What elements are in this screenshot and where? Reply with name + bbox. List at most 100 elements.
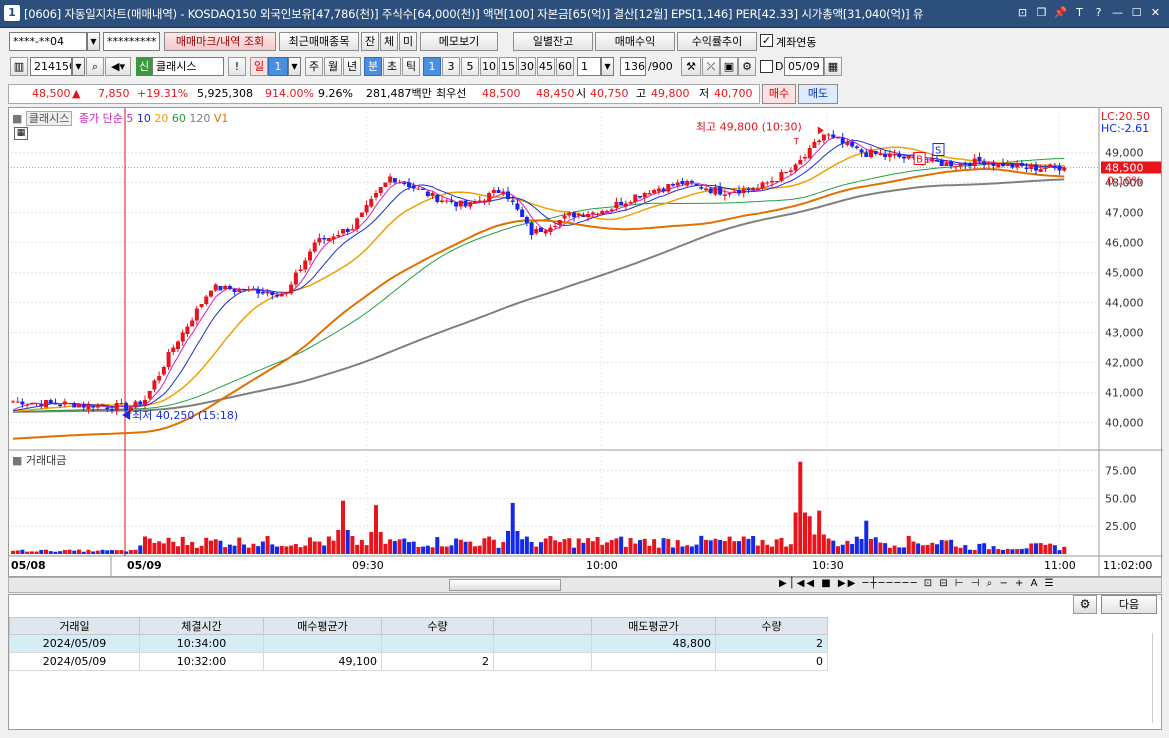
layout-icon[interactable]: ⊡ [1015, 5, 1030, 21]
table-icon[interactable]: ▦ [14, 127, 28, 140]
candle-body [991, 163, 996, 166]
chart-scrollbar[interactable]: ▶│◀◀ ■ ▶▶ ─┼───── ⊡ ⊟ ⊢ ⊣ ⌕ − + A ☰ [8, 577, 1162, 593]
col-trade-date[interactable]: 거래일 [9, 617, 140, 635]
interval-15-button[interactable]: 15 [499, 57, 517, 76]
price-tick-label: 43,000 [1105, 327, 1144, 340]
period-second-button[interactable]: 초 [383, 57, 401, 76]
interval-3-button[interactable]: 3 [442, 57, 460, 76]
candle-body [388, 176, 393, 183]
period-year-button[interactable]: 년 [343, 57, 361, 76]
next-button[interactable]: 다음 [1101, 595, 1157, 614]
buy-button[interactable]: 매수 [762, 84, 796, 104]
trade-amount: 281,487백만 [366, 87, 432, 100]
candle-body [180, 332, 185, 342]
balance-button[interactable]: 잔 [361, 32, 379, 51]
executed-button[interactable]: 체 [380, 32, 398, 51]
interval-input[interactable]: 1 [577, 57, 601, 76]
interval-1-button[interactable]: 1 [423, 57, 441, 76]
unfilled-button[interactable]: 미 [399, 32, 417, 51]
volume-bar [708, 540, 713, 554]
candle-body [251, 289, 256, 291]
cell-sell-qty: 0 [715, 652, 828, 671]
col-sell-avg[interactable]: 매도평균가 [591, 617, 716, 635]
scroll-thumb[interactable] [449, 579, 561, 591]
count-input[interactable]: 136 [620, 57, 646, 76]
period-number[interactable]: 1 [268, 57, 288, 76]
candle-body [953, 166, 958, 167]
candle-body [671, 184, 675, 186]
candle-body [152, 380, 157, 390]
period-day-button[interactable]: 일 [250, 57, 268, 76]
memo-button[interactable]: 메모보기 [420, 32, 498, 51]
vertical-scrollbar[interactable] [1152, 633, 1160, 723]
interval-45-button[interactable]: 45 [537, 57, 555, 76]
title-bar: 1 [0606] 자동일지차트(매매내역) - KOSDAQ150 외국인보유[… [0, 0, 1169, 28]
interval-dropdown-icon[interactable]: ▼ [601, 57, 614, 76]
period-month-button[interactable]: 월 [324, 57, 342, 76]
candle-body [397, 182, 402, 184]
mark-query-button[interactable]: 매매마크/내역 조회 [164, 32, 276, 51]
text-icon[interactable]: T [1072, 5, 1087, 21]
tools-icon[interactable]: ⚒ [681, 57, 701, 76]
profit-rate-button[interactable]: 수익률추이 [677, 32, 757, 51]
calendar-icon[interactable]: ▦ [824, 57, 842, 76]
candle-body [67, 403, 72, 404]
chart-type-icon[interactable]: ▥ [10, 57, 28, 76]
account-link-checkbox[interactable]: ✓ [760, 34, 773, 47]
interval-10-button[interactable]: 10 [480, 57, 498, 76]
close-icon[interactable]: ✕ [1148, 5, 1163, 21]
col-buy-qty[interactable]: 수량 [381, 617, 494, 635]
pin-icon[interactable]: 📌 [1053, 5, 1068, 21]
volume-bar [317, 541, 322, 554]
interval-60-button[interactable]: 60 [556, 57, 574, 76]
maximize-icon[interactable]: ☐ [1129, 5, 1144, 21]
warning-button[interactable]: ! [228, 57, 246, 76]
price-chart[interactable]: 49,00048,00047,00046,00045,00044,00043,0… [9, 108, 1163, 578]
sell-button[interactable]: 매도 [798, 84, 838, 104]
help-icon[interactable]: ? [1091, 5, 1106, 21]
date-checkbox[interactable] [760, 60, 773, 73]
interval-30-button[interactable]: 30 [518, 57, 536, 76]
interval-5-button[interactable]: 5 [461, 57, 479, 76]
stock-code-input[interactable]: 214150 [30, 57, 72, 76]
save-icon[interactable]: ▣ [720, 57, 738, 76]
period-tick-button[interactable]: 틱 [402, 57, 420, 76]
period-dropdown-icon[interactable]: ▼ [288, 57, 301, 76]
candle-body [463, 200, 468, 207]
draw-icon[interactable]: ⤫ [702, 57, 720, 76]
code-dropdown-icon[interactable]: ▼ [72, 57, 85, 76]
col-sell-qty[interactable]: 수량 [715, 617, 828, 635]
period-minute-button[interactable]: 분 [364, 57, 382, 76]
table-row[interactable]: 2024/05/09 10:32:00 49,100 2 0 [9, 652, 828, 671]
speaker-icon[interactable]: ◀▾ [105, 57, 131, 76]
period-week-button[interactable]: 주 [305, 57, 323, 76]
legend-stock-name[interactable]: 클래시스 [25, 111, 73, 126]
candle-body [449, 200, 454, 202]
col-exec-time[interactable]: 체결시간 [139, 617, 264, 635]
price-tick-label: 45,000 [1105, 267, 1144, 280]
gear-icon[interactable]: ⚙ [738, 57, 756, 76]
playback-controls[interactable]: ▶│◀◀ ■ ▶▶ ─┼───── ⊡ ⊟ ⊢ ⊣ ⌕ − + A ☰ [779, 578, 1056, 589]
recent-trades-button[interactable]: 최근매매종목 [279, 32, 359, 51]
candle-body [586, 214, 591, 217]
stock-name-field[interactable]: 클래시스 [152, 57, 224, 76]
col-blank[interactable] [493, 617, 592, 635]
chevron-down-icon[interactable]: ▼ [87, 32, 100, 51]
password-input[interactable]: ********* [103, 32, 160, 51]
account-select[interactable]: ****-**04 [9, 32, 87, 51]
volume-bar [326, 536, 331, 554]
volume-bar [557, 542, 562, 554]
col-buy-avg[interactable]: 매수평균가 [263, 617, 382, 635]
table-row[interactable]: 2024/05/09 10:34:00 48,800 2 [9, 634, 828, 653]
date-input[interactable]: 05/09 [784, 57, 824, 76]
daily-balance-button[interactable]: 일별잔고 [513, 32, 593, 51]
chart-panel[interactable]: 49,000 48,000 47,000 46,000 45,000 44,000 43,0… [8, 107, 1163, 578]
volume-bar [623, 546, 628, 554]
minimize-icon[interactable]: — [1110, 5, 1125, 21]
trade-profit-button[interactable]: 매매수익 [595, 32, 675, 51]
gear-icon[interactable]: ⚙ [1073, 595, 1097, 614]
restore-icon[interactable]: ❐ [1034, 5, 1049, 21]
toolbar-row2: ▥ 214150 ▼ ⌕ ◀▾ 신 클래시스 ! 일 1 ▼ 주 월 년 분 초… [0, 57, 1169, 79]
search-icon[interactable]: ⌕ [86, 57, 104, 76]
candle-body [982, 161, 987, 165]
